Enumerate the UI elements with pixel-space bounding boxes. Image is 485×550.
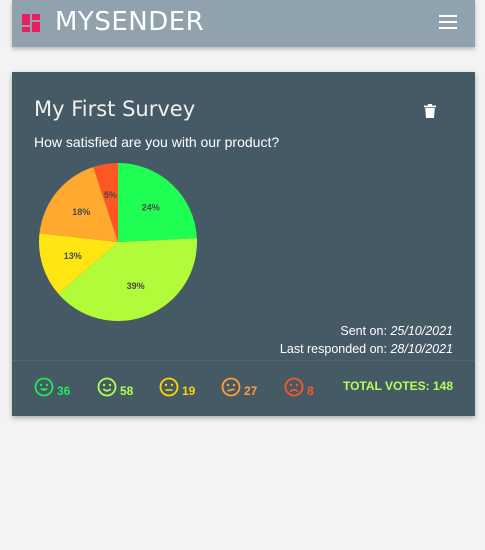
pie-slice-label: 5%: [104, 190, 117, 200]
unhappy-face-icon: [221, 377, 241, 397]
very-happy-face-icon: [34, 377, 54, 397]
navbar: MYSENDER: [12, 0, 475, 47]
survey-card: My First Survey How satisfied are you wi…: [12, 72, 475, 416]
hamburger-menu-icon[interactable]: [439, 15, 457, 29]
sad-face-icon: [284, 377, 304, 397]
neutral-face-icon: [159, 377, 179, 397]
brand-title[interactable]: MYSENDER: [55, 7, 204, 37]
last-responded-date: 28/10/2021: [390, 342, 453, 356]
pie-slice-label: 13%: [64, 251, 82, 261]
last-responded-label: Last responded on:: [279, 342, 387, 356]
logo-icon: [22, 14, 40, 32]
vote-happy[interactable]: 58: [97, 377, 133, 397]
pie-slice-label: 39%: [127, 281, 145, 291]
satisfaction-pie-chart: 24% 39% 13% 18% 5%: [38, 163, 198, 321]
vote-count: 58: [120, 384, 134, 398]
pie-slice-label: 18%: [72, 207, 90, 217]
vote-count: 27: [244, 384, 258, 398]
pie-slice-label: 24%: [142, 203, 160, 213]
vote-neutral[interactable]: 19: [159, 377, 195, 397]
survey-title: My First Survey: [34, 97, 196, 121]
sent-on-label: Sent on:: [340, 324, 387, 338]
survey-question: How satisfied are you with our product?: [34, 134, 280, 150]
vote-sad[interactable]: 8: [284, 377, 314, 397]
sent-on-date: 25/10/2021: [390, 324, 453, 338]
vote-unhappy[interactable]: 27: [221, 377, 257, 397]
votes-footer: 36 58 19 27 8 TOTAL VOTES: 148: [12, 361, 475, 416]
vote-count: 19: [182, 384, 196, 398]
vote-count: 36: [57, 384, 71, 398]
last-responded-line: Last responded on: 28/10/2021: [280, 340, 453, 358]
sent-on-line: Sent on: 25/10/2021: [280, 322, 453, 340]
vote-very-happy[interactable]: 36: [34, 377, 70, 397]
total-votes: TOTAL VOTES: 148: [342, 379, 453, 393]
happy-face-icon: [97, 377, 117, 397]
survey-dates: Sent on: 25/10/2021 Last responded on: 2…: [280, 322, 453, 358]
trash-icon[interactable]: [424, 104, 436, 118]
vote-count: 8: [307, 384, 314, 398]
